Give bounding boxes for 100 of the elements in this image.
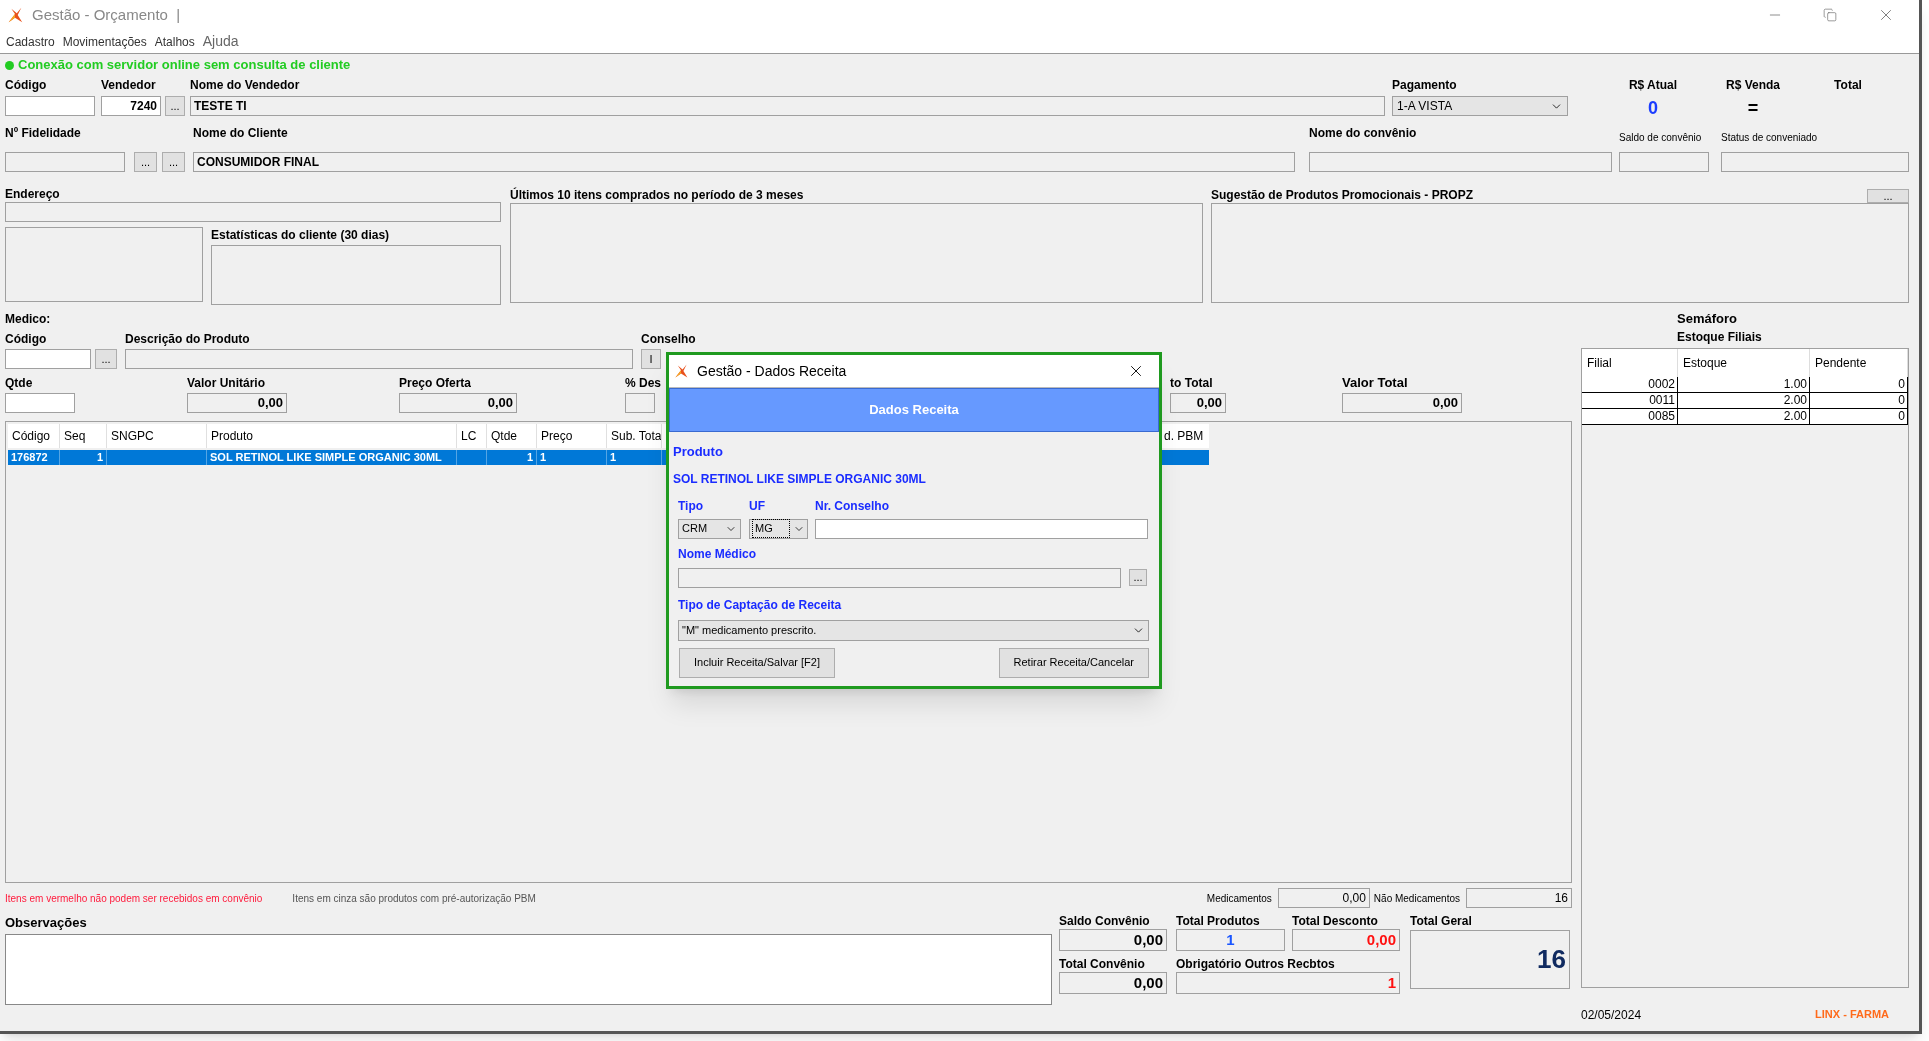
text-field[interactable]: TESTE TI bbox=[190, 96, 1385, 116]
menu-item[interactable]: Atalhos bbox=[154, 32, 195, 51]
browse-button[interactable]: ... bbox=[1129, 569, 1147, 586]
field-label: Conselho bbox=[641, 331, 696, 347]
text-field[interactable]: CONSUMIDOR FINAL bbox=[193, 152, 1295, 172]
text-field[interactable]: 1 bbox=[1176, 929, 1285, 951]
column-header[interactable]: Preço bbox=[537, 424, 607, 448]
state-select[interactable]: MG bbox=[749, 518, 808, 539]
text-field[interactable]: 0,00 bbox=[1170, 393, 1227, 413]
browse-button[interactable]: ... bbox=[162, 152, 185, 172]
field-label: Estoque Filiais bbox=[1677, 328, 1763, 345]
field-label: Nome do convênio bbox=[1309, 125, 1418, 141]
text-field[interactable] bbox=[5, 349, 91, 369]
dialog-button[interactable]: Incluir Receita/Salvar [F2] bbox=[679, 647, 835, 678]
field-label: UF bbox=[749, 497, 766, 515]
field-label: R$ Atual bbox=[1628, 77, 1678, 93]
field-label: Total bbox=[1834, 77, 1862, 93]
field-label: Pagamento bbox=[1392, 77, 1458, 93]
column-header[interactable]: Estoque bbox=[1678, 348, 1810, 377]
column-header[interactable]: Pendente bbox=[1810, 348, 1908, 377]
text-field[interactable] bbox=[1721, 152, 1909, 172]
field-label: Valor Unitário bbox=[187, 375, 267, 391]
sale-price: = bbox=[1747, 97, 1759, 120]
text-field[interactable] bbox=[625, 393, 655, 413]
connection-status: Conexão com servidor online sem consulta de cliente bbox=[18, 56, 351, 75]
field-label: Saldo Convênio bbox=[1059, 913, 1151, 929]
browse-button[interactable]: I bbox=[641, 349, 661, 369]
text-field[interactable] bbox=[1619, 152, 1709, 172]
current-price: 0 bbox=[1648, 97, 1658, 120]
column-header[interactable]: Qtde bbox=[487, 424, 537, 448]
grand-total-field[interactable]: 16 bbox=[1410, 930, 1570, 989]
dialog-button[interactable]: Retirar Receita/Cancelar bbox=[998, 647, 1149, 678]
doctor-name-field[interactable] bbox=[678, 567, 1121, 588]
column-header[interactable]: Código bbox=[8, 424, 60, 448]
column-header[interactable]: LC bbox=[457, 424, 487, 448]
field-label: Nome do Cliente bbox=[193, 125, 289, 141]
table-cell-text: 2.00 bbox=[1783, 408, 1807, 425]
field-label: Vendedor bbox=[101, 77, 157, 93]
app-logo-icon bbox=[673, 363, 689, 379]
text-field[interactable] bbox=[1309, 152, 1612, 172]
field-label: Não Medicamentos bbox=[1373, 891, 1460, 906]
table-cell-text: 1.00 bbox=[1783, 376, 1807, 393]
text-field[interactable] bbox=[5, 152, 125, 172]
field-label: Sugestão de Produtos Promocionais - PROPZ bbox=[1211, 187, 1474, 203]
table-cell-text: 1 bbox=[540, 450, 547, 466]
council-number-field[interactable] bbox=[815, 518, 1148, 539]
field-label: Nome Médico bbox=[678, 545, 757, 563]
text-field[interactable] bbox=[5, 393, 75, 413]
field-label: Medico: bbox=[5, 311, 52, 327]
field-label: Status de conveniado bbox=[1721, 131, 1819, 145]
observations-field[interactable] bbox=[5, 934, 1052, 1005]
field-label: Obrigatório Outros Recbtos bbox=[1176, 956, 1336, 972]
payment-select[interactable]: 1-A VISTA bbox=[1392, 96, 1568, 116]
text-field[interactable]: 0,00 bbox=[1277, 888, 1370, 908]
panel-title: Semáforo bbox=[1677, 310, 1738, 328]
text-field[interactable] bbox=[5, 202, 501, 222]
column-header[interactable]: Seq bbox=[60, 424, 107, 448]
field-label: Endereço bbox=[5, 186, 61, 202]
restore-icon[interactable] bbox=[1823, 8, 1837, 22]
field-label: Nr. Conselho bbox=[815, 497, 890, 515]
brand-label: LINX - FARMA bbox=[1815, 1007, 1889, 1023]
table-cell-text: 0011 bbox=[1649, 392, 1675, 409]
column-header[interactable]: Filial bbox=[1582, 348, 1678, 377]
field-label: Saldo de convênio bbox=[1619, 131, 1703, 145]
field-label: Medicamentos bbox=[1206, 891, 1272, 906]
menu-item[interactable]: Ajuda bbox=[202, 31, 239, 52]
browse-button[interactable]: ... bbox=[1867, 189, 1909, 203]
text-field[interactable]: 0,00 bbox=[187, 393, 287, 413]
column-header[interactable]: d. PBM bbox=[1162, 424, 1209, 448]
text-field[interactable]: 0,00 bbox=[1059, 929, 1167, 951]
table-cell-text: 1 bbox=[610, 450, 617, 466]
table-cell-text: 0002 bbox=[1648, 376, 1675, 393]
text-field[interactable]: 0,00 bbox=[1342, 393, 1463, 413]
table-cell-text: 1 bbox=[526, 450, 533, 466]
table-cell-text: 0 bbox=[1898, 408, 1905, 425]
text-field[interactable]: 7240 bbox=[101, 96, 161, 116]
type-select[interactable]: CRM bbox=[678, 518, 741, 539]
table-cell-text: SOL RETINOL LIKE SIMPLE ORGANIC 30ML bbox=[210, 450, 442, 466]
browse-button[interactable]: ... bbox=[95, 349, 117, 369]
menu-item[interactable]: Cadastro bbox=[6, 32, 55, 51]
field-label: Nº Fidelidade bbox=[5, 125, 82, 141]
field-label: Preço Oferta bbox=[399, 375, 473, 391]
text-field[interactable]: 16 bbox=[1466, 888, 1572, 908]
menu-item[interactable]: Movimentações bbox=[62, 32, 147, 51]
text-field[interactable] bbox=[5, 96, 95, 116]
column-header[interactable]: Produto bbox=[207, 424, 457, 448]
text-field[interactable]: 0,00 bbox=[1059, 972, 1167, 994]
dialog-title: Gestão - Dados Receita bbox=[697, 361, 847, 381]
column-header[interactable]: Sub. Tota bbox=[607, 424, 662, 448]
window-title: Gestão - Orçamento | bbox=[32, 4, 181, 25]
field-label: Observações bbox=[5, 915, 88, 931]
browse-button[interactable]: ... bbox=[165, 96, 185, 116]
text-field[interactable]: 0,00 bbox=[399, 393, 517, 413]
browse-button[interactable]: ... bbox=[134, 152, 157, 172]
column-header[interactable]: SNGPC bbox=[107, 424, 207, 448]
capture-type-select[interactable]: "M" medicamento prescrito. bbox=[678, 619, 1149, 641]
table-cell-text: 2.00 bbox=[1783, 392, 1807, 409]
field-label: Código bbox=[5, 77, 48, 93]
table-cell-text: 0085 bbox=[1648, 408, 1675, 425]
text-field[interactable] bbox=[125, 349, 633, 369]
